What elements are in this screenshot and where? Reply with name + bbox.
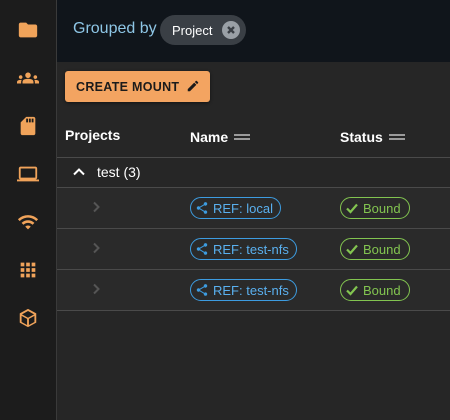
chevron-right-icon	[93, 283, 100, 295]
column-header-projects-label: Projects	[65, 127, 121, 143]
table-row: REF: test-nfs Bound	[57, 270, 450, 310]
group-collapse-toggle[interactable]	[71, 164, 87, 180]
ref-link-label: REF: test-nfs	[213, 241, 289, 257]
chevron-right-icon	[93, 201, 100, 213]
ref-link-chip[interactable]: REF: test-nfs	[190, 279, 297, 301]
row-expand-toggle[interactable]	[89, 282, 103, 296]
create-mount-button[interactable]: CREATE MOUNT	[65, 71, 210, 102]
close-icon	[227, 26, 235, 34]
column-header-status[interactable]: Status	[340, 129, 405, 145]
status-badge: Bound	[340, 197, 410, 219]
chevron-right-icon	[93, 242, 100, 254]
grouped-by-label: Grouped by	[73, 20, 157, 37]
remove-grouping-button[interactable]	[222, 21, 240, 39]
apps-grid-icon	[20, 262, 36, 278]
sidebar-item-storage[interactable]	[0, 110, 56, 142]
check-icon	[346, 203, 358, 214]
chevron-up-icon	[73, 168, 85, 176]
sidebar-item-groups[interactable]	[0, 62, 56, 94]
sidebar-item-folders[interactable]	[0, 14, 56, 46]
check-icon	[346, 244, 358, 255]
sidebar-item-devices[interactable]	[0, 158, 56, 190]
ref-link-chip[interactable]: REF: local	[190, 197, 281, 219]
status-badge: Bound	[340, 279, 410, 301]
ref-link-label: REF: local	[213, 200, 273, 216]
ref-link-chip[interactable]: REF: test-nfs	[190, 238, 297, 260]
group-row: test (3)	[57, 158, 450, 187]
grouping-bar: Grouped by Project	[57, 0, 450, 62]
laptop-icon	[17, 166, 39, 182]
column-header-name[interactable]: Name	[190, 129, 251, 145]
sidebar-item-packages[interactable]	[0, 302, 56, 334]
row-divider	[57, 310, 450, 311]
sd-card-icon	[20, 116, 36, 136]
column-header-status-label: Status	[340, 129, 383, 145]
sidebar-item-apps[interactable]	[0, 254, 56, 286]
share-icon	[196, 284, 208, 296]
create-mount-label: CREATE MOUNT	[76, 79, 180, 94]
column-header-projects: Projects	[65, 127, 120, 143]
wifi-icon	[17, 215, 39, 230]
group-label: test (3)	[97, 164, 141, 180]
table-row: REF: test-nfs Bound	[57, 229, 450, 269]
status-badge: Bound	[340, 238, 410, 260]
users-icon	[17, 72, 39, 84]
share-icon	[196, 202, 208, 214]
group-by-chip[interactable]: Project	[160, 15, 246, 45]
row-expand-toggle[interactable]	[89, 200, 103, 214]
column-drag-handle-icon[interactable]	[388, 133, 405, 141]
table-row: REF: local Bound	[57, 188, 450, 228]
row-expand-toggle[interactable]	[89, 241, 103, 255]
column-drag-handle-icon[interactable]	[234, 133, 251, 141]
column-header-name-label: Name	[190, 129, 229, 145]
status-badge-label: Bound	[363, 241, 401, 257]
package-icon	[19, 308, 37, 328]
ref-link-label: REF: test-nfs	[213, 282, 289, 298]
sidebar	[0, 0, 57, 420]
check-icon	[346, 285, 358, 296]
pencil-icon	[187, 80, 199, 92]
share-icon	[196, 243, 208, 255]
folder-icon	[18, 22, 38, 38]
sidebar-item-network[interactable]	[0, 206, 56, 238]
group-by-chip-label: Project	[172, 22, 213, 38]
status-badge-label: Bound	[363, 282, 401, 298]
status-badge-label: Bound	[363, 200, 401, 216]
